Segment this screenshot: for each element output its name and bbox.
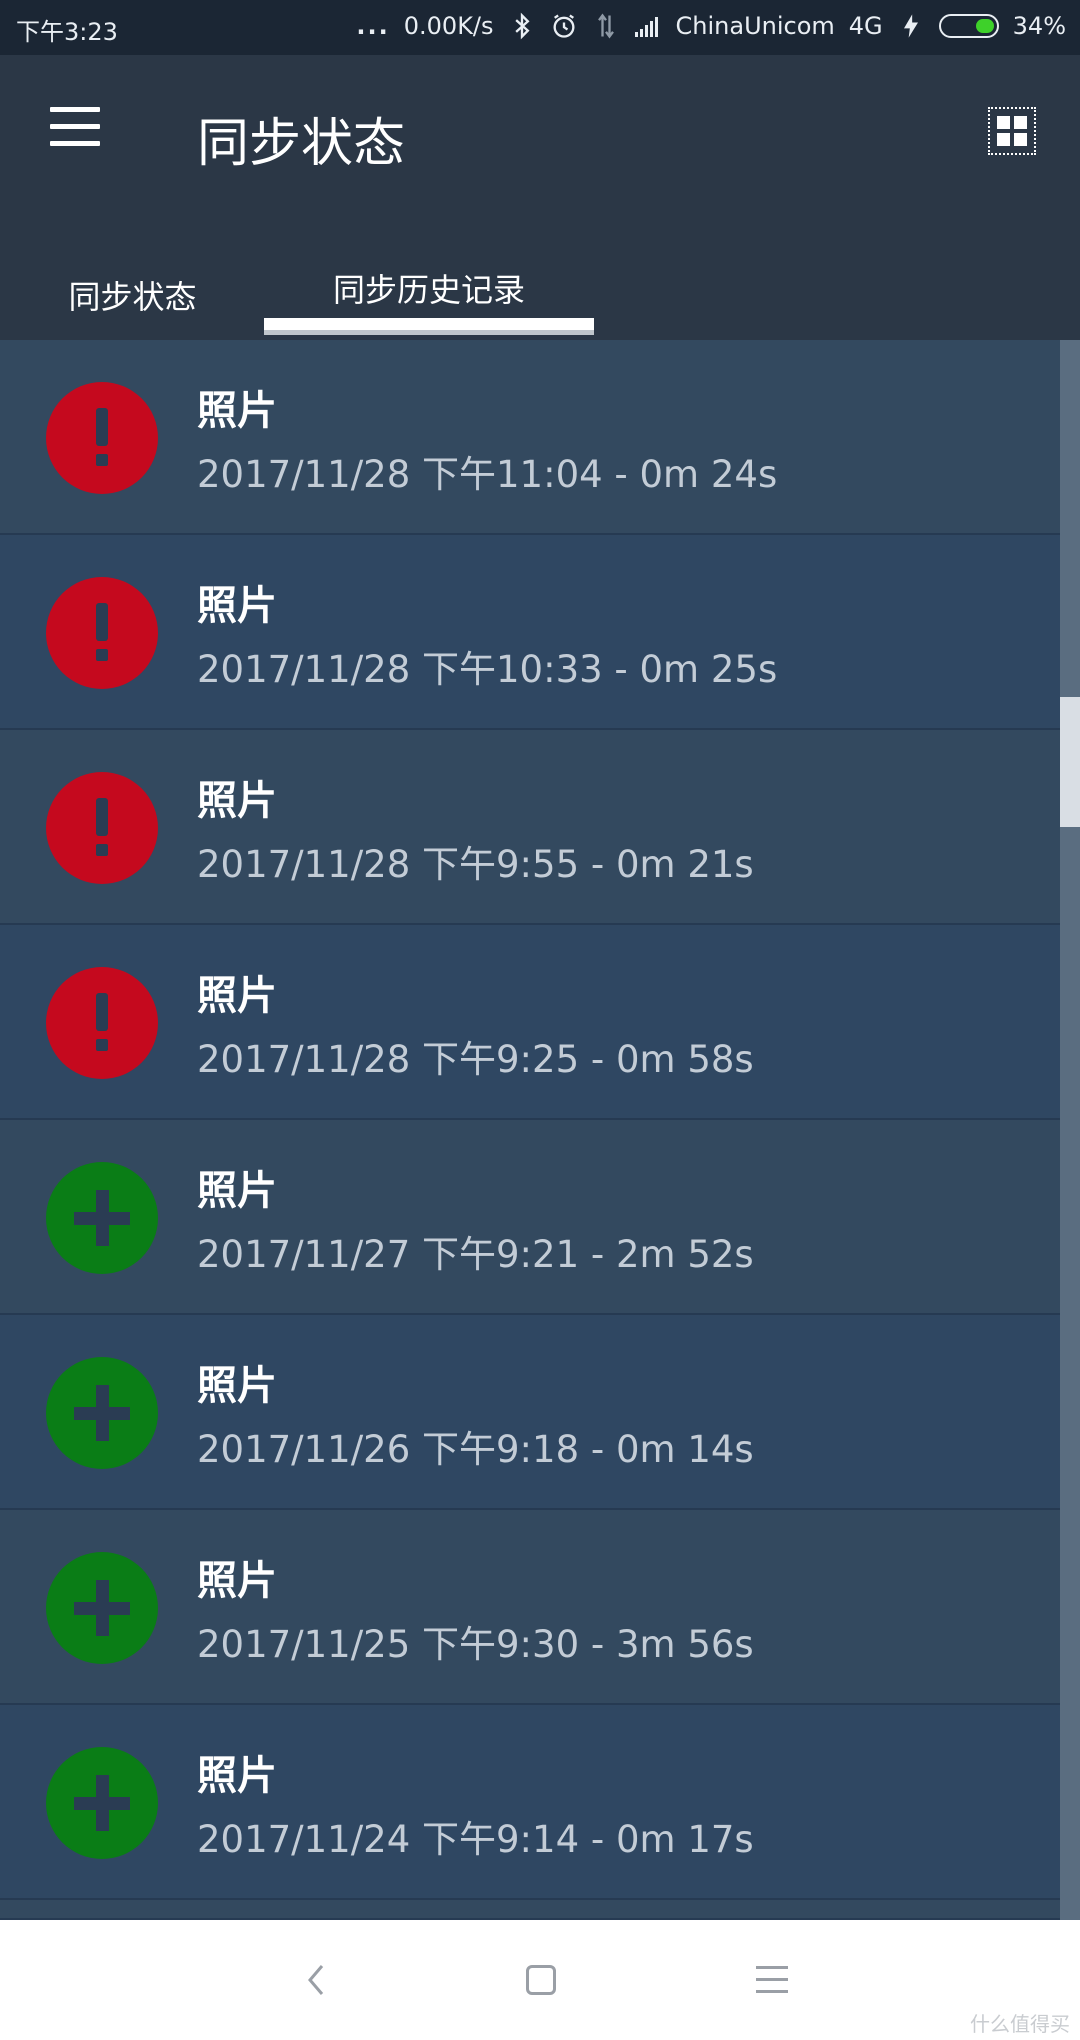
error-icon	[46, 577, 158, 689]
item-subtitle: 2017/11/25 下午9:30 - 3m 56s	[197, 1623, 754, 1666]
list-item[interactable]: 照片 2017/11/28 下午10:33 - 0m 25s	[0, 535, 1060, 730]
item-subtitle: 2017/11/28 下午9:55 - 0m 21s	[197, 843, 754, 886]
item-title: 照片	[197, 388, 277, 434]
tab-label: 同步历史记录	[332, 270, 525, 309]
list-item[interactable]: 照片 2017/11/24 下午9:14 - 0m 17s	[0, 1705, 1060, 1900]
item-subtitle: 2017/11/27 下午9:21 - 2m 52s	[197, 1233, 754, 1276]
tab-sync-history[interactable]: 同步历史记录	[264, 250, 594, 325]
success-icon	[46, 1552, 158, 1664]
sync-history-list[interactable]: 照片 2017/11/28 下午11:04 - 0m 24s 照片 2017/1…	[0, 340, 1060, 1920]
error-icon	[46, 382, 158, 494]
battery-icon	[938, 14, 999, 38]
item-title: 照片	[197, 778, 277, 824]
success-icon	[46, 1357, 158, 1469]
network-type: 4G	[848, 12, 883, 40]
item-title: 照片	[197, 583, 277, 629]
success-icon	[46, 1747, 158, 1859]
list-item[interactable]: 照片 2017/11/26 下午9:18 - 0m 14s	[0, 1315, 1060, 1510]
back-icon[interactable]	[300, 1960, 330, 2000]
watermark: 什么值得买	[970, 2012, 1070, 2036]
list-item[interactable]: 照片 2017/11/28 下午9:55 - 0m 21s	[0, 730, 1060, 925]
list-item-partial[interactable]	[0, 1900, 1060, 1920]
app-bar: 同步状态 同步状态 同步历史记录	[0, 55, 1080, 340]
status-bar: 下午3:23 ... 0.00K/s ChinaUnicom 4G 34%	[0, 0, 1080, 55]
error-icon	[46, 772, 158, 884]
navigation-bar: 什么值得买	[0, 1920, 1080, 2040]
item-title: 照片	[197, 1363, 277, 1409]
network-speed: 0.00K/s	[403, 12, 494, 40]
menu-button[interactable]	[46, 107, 106, 151]
list-item[interactable]: 照片 2017/11/27 下午9:21 - 2m 52s	[0, 1120, 1060, 1315]
carrier-name: ChinaUnicom	[675, 12, 835, 40]
charging-icon	[903, 14, 918, 38]
item-title: 照片	[197, 1168, 277, 1214]
home-icon[interactable]	[526, 1965, 556, 1995]
tab-indicator-shadow	[264, 330, 594, 335]
item-title: 照片	[197, 973, 277, 1019]
item-subtitle: 2017/11/28 下午10:33 - 0m 25s	[197, 648, 778, 691]
error-icon	[46, 967, 158, 1079]
scrollbar-thumb[interactable]	[1060, 697, 1080, 827]
tab-label: 同步状态	[68, 278, 197, 316]
status-right-group: ... 0.00K/s ChinaUnicom 4G 34%	[356, 12, 1066, 40]
list-item[interactable]: 照片 2017/11/28 下午9:25 - 0m 58s	[0, 925, 1060, 1120]
grid-view-button[interactable]	[988, 107, 1036, 155]
data-transfer-icon	[597, 13, 614, 39]
battery-percent: 34%	[1012, 12, 1066, 40]
menu-icon	[50, 107, 100, 112]
signal-icon	[634, 17, 658, 37]
status-dots: ...	[356, 12, 390, 40]
item-subtitle: 2017/11/24 下午9:14 - 0m 17s	[197, 1818, 754, 1861]
tab-sync-status[interactable]: 同步状态	[30, 250, 235, 340]
item-title: 照片	[197, 1753, 277, 1799]
tab-indicator	[264, 318, 594, 330]
status-time: 下午3:23	[16, 18, 118, 46]
page-title: 同步状态	[197, 114, 406, 174]
alarm-icon	[553, 14, 575, 38]
success-icon	[46, 1162, 158, 1274]
item-subtitle: 2017/11/28 下午11:04 - 0m 24s	[197, 453, 778, 496]
bluetooth-icon	[514, 12, 530, 40]
list-item[interactable]: 照片 2017/11/28 下午11:04 - 0m 24s	[0, 340, 1060, 535]
list-item[interactable]: 照片 2017/11/25 下午9:30 - 3m 56s	[0, 1510, 1060, 1705]
recents-icon[interactable]	[756, 1966, 788, 1994]
item-title: 照片	[197, 1558, 277, 1604]
item-subtitle: 2017/11/26 下午9:18 - 0m 14s	[197, 1428, 754, 1471]
item-subtitle: 2017/11/28 下午9:25 - 0m 58s	[197, 1038, 754, 1081]
scrollbar-track[interactable]	[1060, 340, 1080, 1920]
